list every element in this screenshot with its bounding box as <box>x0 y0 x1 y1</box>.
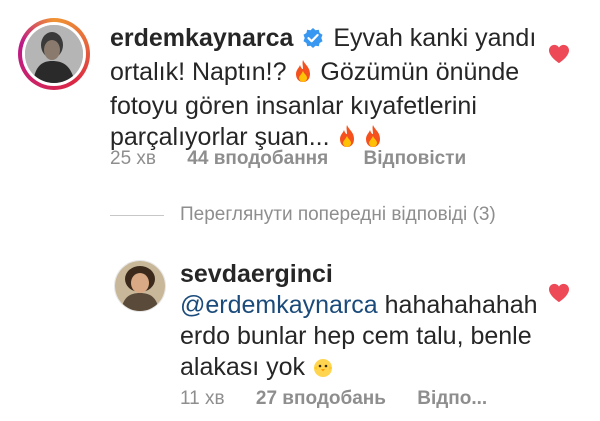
comment-2-line-3: alakası yok <box>180 353 306 381</box>
avatar-erdemkaynarca[interactable] <box>25 25 83 83</box>
comment-2-meta: 11 хв 27 вподобань Відпо... <box>180 388 487 410</box>
comment-1-username[interactable]: erdemkaynarca <box>110 24 293 52</box>
avatar-sevdaerginci[interactable] <box>114 260 166 312</box>
comment-1-line-5: parçalıyorlar şuan... <box>110 123 330 151</box>
comment-1-line-3: Gözümün önünde <box>320 58 520 86</box>
verified-badge-icon <box>302 26 324 57</box>
comment-1-line-2: ortalık! Naptın!? <box>110 58 287 86</box>
comment-2-likes[interactable]: 27 вподобань <box>256 388 386 409</box>
baby-chick-emoji-icon <box>312 355 334 386</box>
comment-2-username[interactable]: sevdaerginci <box>180 259 540 290</box>
comment-1-text: erdemkaynarca Eyvah kanki yandı ortalık!… <box>110 23 540 156</box>
replies-divider <box>110 215 164 216</box>
comment-2-text: sevdaerginci @erdemkaynarca hahahahahah … <box>180 259 540 386</box>
comment-2-reply-button[interactable]: Відпо... <box>417 388 487 409</box>
comment-2-line-1: hahahahahah <box>377 291 538 319</box>
comment-1-time[interactable]: 25 хв <box>110 148 156 169</box>
fire-emoji-icon <box>293 59 313 91</box>
avatar-image <box>25 25 83 83</box>
comment-1-meta: 25 хв 44 вподобання Відповісти <box>110 148 466 170</box>
comment-1-line-1: Eyvah kanki yandı <box>333 24 537 52</box>
comment-2-line-2: erdo bunlar hep cem talu, benle <box>180 322 532 350</box>
mention-link[interactable]: @erdemkaynarca <box>180 291 378 319</box>
comment-1-reply-button[interactable]: Відповісти <box>364 148 467 169</box>
comment-2-time[interactable]: 11 хв <box>180 388 225 409</box>
comment-1-line-4: fotoyu gören insanlar kıyafetlerini <box>110 92 477 120</box>
heart-icon[interactable] <box>548 44 570 64</box>
avatar-image <box>115 261 165 311</box>
view-previous-replies-button[interactable]: Переглянути попередні відповіді (3) <box>180 204 496 226</box>
heart-icon[interactable] <box>548 283 570 303</box>
comment-1-likes[interactable]: 44 вподобання <box>187 148 328 169</box>
